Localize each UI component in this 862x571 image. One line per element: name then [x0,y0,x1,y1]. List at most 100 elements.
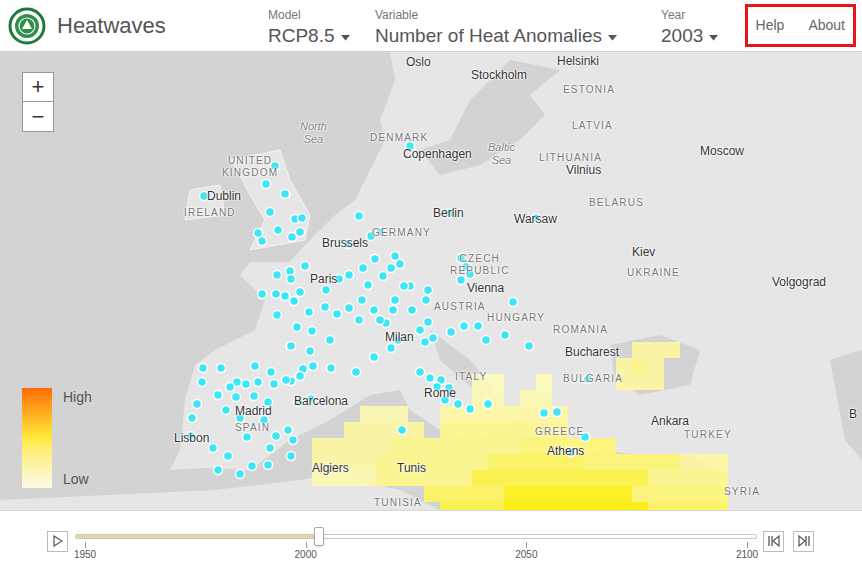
station-marker[interactable] [266,444,275,453]
slider-handle[interactable] [314,527,324,546]
station-marker[interactable] [273,271,282,280]
selector[interactable]: VariableNumber of Heat Anomalies [375,0,661,51]
station-marker[interactable] [293,323,302,332]
step-forward-button[interactable] [793,531,814,552]
station-marker[interactable] [217,364,226,373]
station-marker[interactable] [424,286,433,295]
station-marker[interactable] [243,433,252,442]
station-marker[interactable] [400,282,409,291]
station-marker[interactable] [251,362,260,371]
station-marker[interactable] [333,310,342,319]
station-marker[interactable] [466,405,475,414]
station-marker[interactable] [358,296,367,305]
station-marker[interactable] [501,331,510,340]
selector[interactable]: Year2003 [661,0,736,51]
station-marker[interactable] [379,272,388,281]
station-marker[interactable] [408,306,417,315]
station-marker[interactable] [193,400,202,409]
station-marker[interactable] [308,327,317,336]
station-marker[interactable] [364,281,373,290]
station-marker[interactable] [371,255,380,264]
station-marker[interactable] [422,296,431,305]
station-marker[interactable] [474,322,483,331]
station-marker[interactable] [509,298,518,307]
station-marker[interactable] [355,212,364,221]
station-marker[interactable] [296,372,305,381]
station-marker[interactable] [376,316,385,325]
station-marker[interactable] [370,353,379,362]
station-marker[interactable] [274,226,283,235]
station-marker[interactable] [345,304,354,313]
station-marker[interactable] [482,336,491,345]
station-marker[interactable] [188,414,197,423]
station-marker[interactable] [305,308,314,317]
station-marker[interactable] [416,326,425,335]
station-marker[interactable] [553,408,562,417]
station-marker[interactable] [250,392,259,401]
station-marker[interactable] [282,376,291,385]
zoom-out-button[interactable]: − [23,102,53,131]
station-marker[interactable] [370,306,379,315]
station-marker[interactable] [258,237,267,246]
station-marker[interactable] [306,347,315,356]
station-marker[interactable] [457,276,466,285]
station-marker[interactable] [391,296,400,305]
station-marker[interactable] [454,400,463,409]
station-marker[interactable] [273,311,282,320]
station-marker[interactable] [416,368,425,377]
play-button[interactable] [47,531,68,552]
station-marker[interactable] [352,368,361,377]
station-marker[interactable] [267,368,276,377]
station-marker[interactable] [254,378,263,387]
station-marker[interactable] [484,400,493,409]
station-marker[interactable] [322,286,331,295]
station-marker[interactable] [272,432,281,441]
station-marker[interactable] [224,452,233,461]
station-marker[interactable] [281,292,290,301]
station-marker[interactable] [290,297,299,306]
station-marker[interactable] [284,426,293,435]
selector[interactable]: ModelRCP8.5 [268,0,375,51]
station-marker[interactable] [301,262,310,271]
station-marker[interactable] [258,290,267,299]
step-back-button[interactable] [763,531,784,552]
station-marker[interactable] [226,383,235,392]
zoom-in-button[interactable]: + [23,73,53,102]
time-slider[interactable]: 1950200020502100 [75,511,757,571]
station-marker[interactable] [426,374,435,383]
station-marker[interactable] [270,380,279,389]
station-marker[interactable] [236,470,245,479]
station-marker[interactable] [424,318,433,327]
station-marker[interactable] [540,409,549,418]
station-marker[interactable] [248,462,257,471]
station-marker[interactable] [296,228,305,237]
station-marker[interactable] [396,260,405,269]
station-marker[interactable] [289,436,298,445]
station-marker[interactable] [266,208,275,217]
station-marker[interactable] [199,364,208,373]
station-marker[interactable] [326,336,335,345]
station-marker[interactable] [281,190,290,199]
station-marker[interactable] [214,466,223,475]
station-marker[interactable] [327,364,336,373]
station-marker[interactable] [209,444,218,453]
station-marker[interactable] [387,344,396,353]
station-marker[interactable] [242,380,251,389]
nav-link[interactable]: About [808,15,845,36]
station-marker[interactable] [345,271,354,280]
station-marker[interactable] [389,306,398,315]
station-marker[interactable] [287,342,296,351]
nav-link[interactable]: Help [756,15,785,36]
station-marker[interactable] [222,406,231,415]
station-marker[interactable] [387,264,396,273]
station-marker[interactable] [429,334,438,343]
station-marker[interactable] [198,378,207,387]
station-marker[interactable] [264,461,273,470]
station-marker[interactable] [262,180,271,189]
station-marker[interactable] [214,391,223,400]
station-marker[interactable] [447,328,456,337]
station-marker[interactable] [525,342,534,351]
station-marker[interactable] [298,214,307,223]
station-marker[interactable] [321,303,330,312]
station-marker[interactable] [287,452,296,461]
